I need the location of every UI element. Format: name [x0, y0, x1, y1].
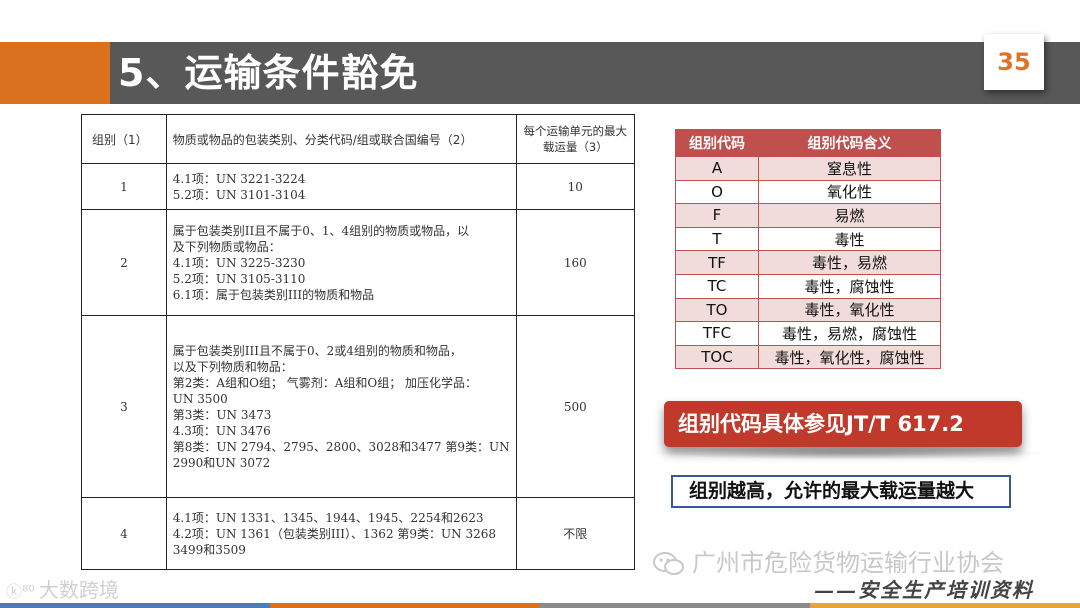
bar-segment — [0, 603, 270, 608]
meaning-cell: 毒性，易燃，腐蚀性 — [758, 321, 941, 346]
code-row: O 氧化性 — [675, 179, 941, 205]
description-line: 及下列物质或物品： — [172, 239, 281, 254]
code-cell: T — [675, 226, 759, 252]
bar-segment — [540, 603, 810, 608]
max-load-cell: 不限 — [515, 497, 636, 570]
brand-name: 大数跨境 — [38, 578, 119, 602]
meaning-cell: 毒性 — [758, 226, 941, 252]
description-line: 第2类：A组和O组； 气雾剂：A组和O组； 加压化学品： — [172, 375, 478, 390]
description-cell: 属于包装类别III且不属于0、2或4组别的物质和物品， 以及下列物质和物品： 第… — [165, 315, 517, 498]
group-cell: 2 — [81, 209, 167, 316]
bottom-color-bar — [0, 603, 1080, 608]
description-line: 以及下列物质和物品： — [172, 359, 293, 374]
max-load-cell: 500 — [515, 315, 636, 498]
description-line: 4.1项：UN 3221-3224 — [172, 171, 306, 186]
table-row: 2 属于包装类别II且不属于0、1、4组别的物质或物品，以 及下列物质或物品： … — [81, 209, 636, 316]
meaning-cell: 氧化性 — [758, 179, 941, 205]
group-code-table: 组别代码 组别代码含义 A 窒息性 O 氧化性 F 易燃 T 毒性 TF 毒性，易燃 TC… — [675, 129, 941, 370]
association-name: 广州市危险货物运输行业协会 — [692, 549, 1004, 577]
code-header: 组别代码 — [675, 129, 759, 157]
training-slogan: ——安全生产培训资料 — [814, 578, 1034, 602]
table-header-row: 组别（1） 物质或物品的包装类别、分类代码/组或联合国编号（2） 每个运输单元的… — [81, 114, 636, 164]
brand-logo-icon: ⓚ⁸⁰ — [6, 582, 35, 601]
max-load-cell: 160 — [515, 209, 636, 316]
description-cell: 属于包装类别II且不属于0、1、4组别的物质或物品，以 及下列物质或物品： 4.… — [165, 209, 517, 316]
code-row: T 毒性 — [675, 226, 941, 252]
header-max-load: 每个运输单元的最大载运量（3） — [515, 114, 636, 164]
title-accent-bar — [0, 42, 110, 104]
exemption-table: 组别（1） 物质或物品的包装类别、分类代码/组或联合国编号（2） 每个运输单元的… — [81, 114, 636, 570]
meaning-cell: 毒性，腐蚀性 — [758, 273, 941, 299]
page-title: 5、运输条件豁免 — [118, 51, 419, 95]
note-callout: 组别越高，允许的最大载运量越大 — [671, 475, 1011, 508]
code-cell: TO — [675, 297, 759, 323]
reference-callout: 组别代码具体参见JT/T 617.2 — [664, 401, 1022, 447]
description-line: 属于包装类别II且不属于0、1、4组别的物质或物品，以 — [172, 223, 470, 238]
group-cell: 4 — [81, 497, 167, 570]
meaning-cell: 毒性，氧化性，腐蚀性 — [758, 344, 941, 370]
description-line: 4.1项：UN 1331、1345、1944、1945、2254和2623 — [172, 510, 484, 525]
table-row: 3 属于包装类别III且不属于0、2或4组别的物质和物品， 以及下列物质和物品：… — [81, 315, 636, 498]
description-line: 3499和3509 — [172, 542, 246, 557]
code-row: TF 毒性，易燃 — [675, 250, 941, 275]
description-cell: 4.1项：UN 1331、1345、1944、1945、2254和2623 4.… — [165, 497, 517, 570]
code-cell: TC — [675, 273, 759, 299]
meaning-cell: 毒性，易燃 — [758, 250, 941, 275]
group-cell: 3 — [81, 315, 167, 498]
code-cell: TFC — [675, 321, 759, 346]
description-line: 5.2项：UN 3101-3104 — [172, 187, 306, 202]
table-row: 1 4.1项：UN 3221-3224 5.2项：UN 3101-3104 10 — [81, 163, 636, 210]
callout-shadow — [650, 446, 1050, 460]
table-row: 4 4.1项：UN 1331、1345、1944、1945、2254和2623 … — [81, 497, 636, 570]
code-row: TOC 毒性，氧化性，腐蚀性 — [675, 344, 941, 370]
description-line: 属于包装类别III且不属于0、2或4组别的物质和物品， — [172, 343, 462, 358]
meaning-cell: 易燃 — [758, 203, 941, 228]
code-cell: TOC — [675, 344, 759, 370]
page-number-badge: 35 — [984, 34, 1044, 90]
code-row: TO 毒性，氧化性 — [675, 297, 941, 323]
association-watermark: 广州市危险货物运输行业协会 — [652, 543, 1004, 578]
code-row: F 易燃 — [675, 203, 941, 228]
brand-watermark: ⓚ⁸⁰ 大数跨境 — [6, 574, 119, 603]
description-line: 5.2项：UN 3105-3110 — [172, 271, 306, 286]
description-line: 4.2项：UN 1361（包装类别III）、1362 第9类：UN 3268 — [172, 526, 496, 541]
code-cell: TF — [675, 250, 759, 275]
code-cell: F — [675, 203, 759, 228]
code-cell: O — [675, 179, 759, 205]
code-cell: A — [675, 156, 759, 181]
code-row: TC 毒性，腐蚀性 — [675, 273, 941, 299]
description-line: 4.3项：UN 3476 — [172, 423, 271, 438]
header-group: 组别（1） — [81, 114, 167, 164]
max-load-cell: 10 — [515, 163, 636, 210]
description-line: 6.1项：属于包装类别III的物质和物品 — [172, 287, 375, 302]
bar-segment — [810, 603, 1080, 608]
description-line: 第3类：UN 3473 — [172, 407, 272, 422]
wechat-icon — [652, 551, 686, 577]
code-table-header-row: 组别代码 组别代码含义 — [675, 129, 941, 157]
description-line: 4.1项：UN 3225-3230 — [172, 255, 306, 270]
description-cell: 4.1项：UN 3221-3224 5.2项：UN 3101-3104 — [165, 163, 517, 210]
bar-segment — [270, 603, 540, 608]
header-description: 物质或物品的包装类别、分类代码/组或联合国编号（2） — [165, 114, 517, 164]
meaning-cell: 窒息性 — [758, 156, 941, 181]
description-line: UN 3500 — [172, 391, 228, 406]
code-row: TFC 毒性，易燃，腐蚀性 — [675, 321, 941, 346]
description-line: 2990和UN 3072 — [172, 455, 271, 470]
code-row: A 窒息性 — [675, 156, 941, 181]
meaning-header: 组别代码含义 — [758, 129, 941, 157]
description-line: 第8类：UN 2794、2795、2800、3028和3477 第9类：UN — [172, 439, 510, 454]
meaning-cell: 毒性，氧化性 — [758, 297, 941, 323]
group-cell: 1 — [81, 163, 167, 210]
